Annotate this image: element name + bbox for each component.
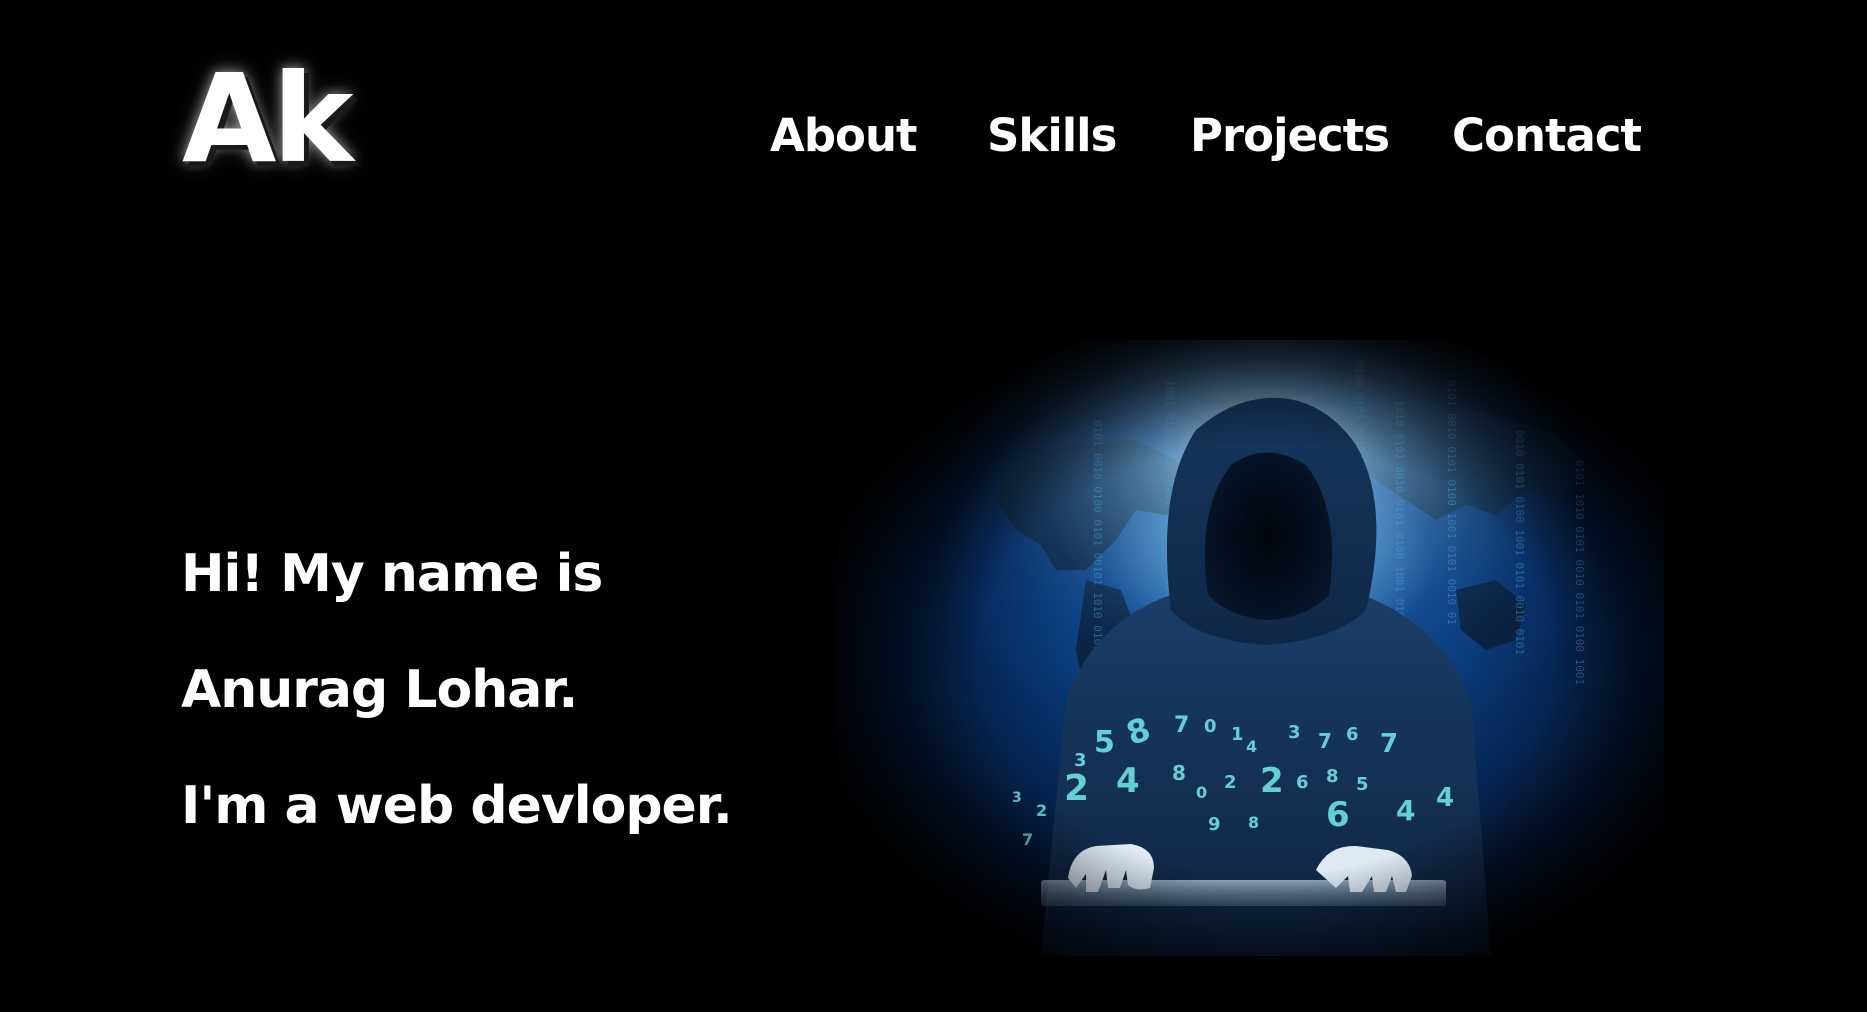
svg-text:4: 4 bbox=[1116, 761, 1140, 801]
hero-name: Anurag Lohar. bbox=[181, 660, 578, 720]
nav-link-skills[interactable]: Skills bbox=[987, 108, 1117, 164]
svg-text:7: 7 bbox=[1174, 713, 1189, 738]
svg-text:6: 6 bbox=[1326, 795, 1350, 835]
svg-text:5: 5 bbox=[1094, 725, 1115, 760]
svg-text:7: 7 bbox=[1318, 729, 1332, 753]
svg-text:9: 9 bbox=[1208, 814, 1221, 835]
nav-link-projects[interactable]: Projects bbox=[1190, 108, 1390, 164]
svg-text:8: 8 bbox=[1172, 761, 1186, 785]
svg-text:6: 6 bbox=[1346, 724, 1359, 745]
svg-text:2: 2 bbox=[1260, 761, 1284, 801]
logo[interactable]: Ak bbox=[182, 58, 354, 180]
svg-text:5: 5 bbox=[1356, 774, 1369, 795]
hero-hacker-image: 0101 0010 0100 0101 00101 1010 0101 001 … bbox=[836, 340, 1664, 956]
hero-greeting: Hi! My name is bbox=[181, 544, 603, 604]
svg-text:8: 8 bbox=[1248, 813, 1259, 832]
svg-text:0: 0 bbox=[1204, 716, 1217, 737]
svg-text:2: 2 bbox=[1064, 768, 1089, 809]
portfolio-page: Ak About Skills Projects Contact Hi! My … bbox=[0, 0, 1867, 1012]
svg-text:4: 4 bbox=[1246, 737, 1257, 756]
hacker-face-shadow bbox=[1204, 452, 1333, 620]
svg-text:8: 8 bbox=[1326, 766, 1339, 787]
hacker-illustration: 0101 0010 0100 0101 00101 1010 0101 001 … bbox=[936, 340, 1596, 956]
nav-link-about[interactable]: About bbox=[770, 108, 918, 164]
svg-text:1: 1 bbox=[1231, 724, 1244, 745]
svg-text:0010 0101 0100 1001 0101 0010: 0010 0101 0100 1001 0101 0010 0101 bbox=[1513, 430, 1526, 655]
hero-intro: Hi! My name is Anurag Lohar. I'm a web d… bbox=[181, 544, 733, 864]
svg-text:2: 2 bbox=[1224, 772, 1237, 793]
svg-text:0: 0 bbox=[1196, 783, 1207, 802]
svg-text:2: 2 bbox=[1036, 801, 1047, 820]
svg-text:3: 3 bbox=[1012, 790, 1022, 806]
svg-text:4: 4 bbox=[1396, 794, 1415, 827]
svg-text:7: 7 bbox=[1022, 830, 1033, 849]
svg-text:4: 4 bbox=[1436, 783, 1454, 813]
hero-role: I'm a web devloper. bbox=[181, 776, 733, 836]
svg-text:6: 6 bbox=[1296, 772, 1309, 793]
svg-text:0101 0010 0101 0100 1001 0101: 0101 0010 0101 0100 1001 0101 0010 01 bbox=[1445, 380, 1458, 625]
svg-text:1010 0101 0010 0101 0100 1001: 1010 0101 0010 0101 0100 1001 0101 00 bbox=[1393, 400, 1406, 645]
svg-text:3: 3 bbox=[1288, 722, 1301, 743]
nav-link-contact[interactable]: Contact bbox=[1452, 108, 1642, 164]
svg-text:7: 7 bbox=[1380, 729, 1398, 759]
svg-text:0101 1010 0101 0010 0101 0100: 0101 1010 0101 0010 0101 0100 1001 bbox=[1573, 460, 1586, 685]
